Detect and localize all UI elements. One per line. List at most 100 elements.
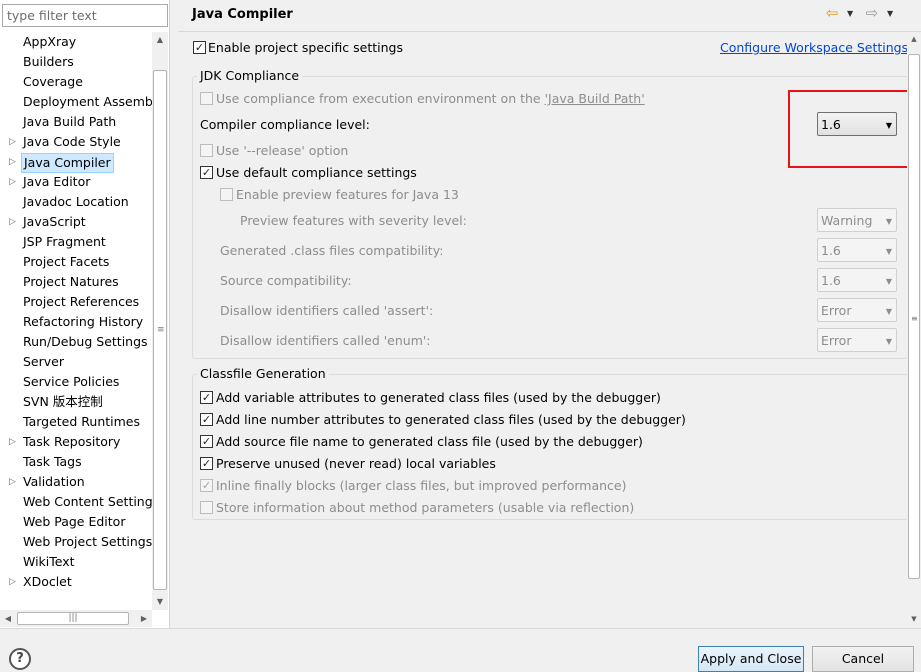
tree-item[interactable]: Javadoc Location [0, 192, 152, 212]
tree-item[interactable]: Task Tags [0, 452, 152, 472]
use-release-label: Use '--release' option [216, 143, 349, 158]
tree-item[interactable]: Refactoring History [0, 312, 152, 332]
tree-item[interactable]: SVN 版本控制 [0, 392, 152, 412]
tree-item[interactable]: JSP Fragment [0, 232, 152, 252]
tree-item[interactable]: AppXray [0, 32, 152, 52]
expand-arrow-icon[interactable]: ▷ [9, 212, 19, 232]
panel-sash[interactable] [170, 0, 178, 628]
chevron-down-icon: ▼ [885, 217, 892, 226]
classfile-option-checkbox[interactable]: ✓ [200, 479, 213, 492]
tree-item[interactable]: Server [0, 352, 152, 372]
classfile-option-checkbox[interactable] [200, 501, 213, 514]
tree-item[interactable]: ▷ Task Repository [0, 432, 152, 452]
tree-item[interactable]: Targeted Runtimes [0, 412, 152, 432]
tree-item[interactable]: ▷ Validation [0, 472, 152, 492]
java-build-path-link[interactable]: 'Java Build Path' [545, 91, 645, 106]
tree-item-label: Targeted Runtimes [23, 414, 140, 429]
jdk-compliance-title: JDK Compliance [197, 68, 303, 83]
scrollbar-thumb[interactable]: ≡ [153, 70, 167, 590]
tree-item[interactable]: WikiText [0, 552, 152, 572]
tree-item[interactable]: Web Content Settings [0, 492, 152, 512]
disallow-enum-select[interactable]: Error ▼ [817, 328, 897, 352]
content-vertical-scrollbar[interactable]: ▲ ≡ ▼ [907, 32, 921, 628]
tree-item[interactable]: Service Policies [0, 372, 152, 392]
enable-project-settings-checkbox[interactable]: ✓ [193, 41, 206, 54]
use-default-compliance-checkbox[interactable]: ✓ [200, 166, 213, 179]
tree-horizontal-scrollbar[interactable]: ◀ ||| ▶ [0, 610, 152, 627]
classfile-option-checkbox[interactable]: ✓ [200, 413, 213, 426]
scrollbar-thumb[interactable]: ≡ [908, 54, 920, 579]
tree-item-label: Task Tags [23, 454, 82, 469]
tree-item[interactable]: ▷ Java Compiler [0, 152, 152, 173]
tree-item[interactable]: ▷ XDoclet [0, 572, 152, 592]
scroll-down-icon[interactable]: ▼ [907, 612, 921, 626]
disallow-assert-select[interactable]: Error ▼ [817, 298, 897, 322]
scroll-up-icon[interactable]: ▲ [907, 32, 921, 46]
tree-item-label: Run/Debug Settings [23, 334, 148, 349]
classfile-option-label: Store information about method parameter… [216, 500, 635, 515]
classfile-option-checkbox[interactable]: ✓ [200, 435, 213, 448]
dialog-button-bar: ? Apply and Close Cancel [0, 628, 921, 672]
tree-item-label: Java Build Path [23, 114, 117, 129]
tree-item[interactable]: Java Build Path [0, 112, 152, 132]
use-default-compliance-label: Use default compliance settings [216, 165, 417, 180]
generated-class-compat-select[interactable]: 1.6 ▼ [817, 238, 897, 262]
tree-item-label: JavaScript [23, 214, 86, 229]
tree-vertical-scrollbar[interactable]: ▲ ≡ ▼ [152, 32, 168, 610]
tree-item-label: Task Repository [23, 434, 121, 449]
use-execution-env-checkbox[interactable] [200, 92, 213, 105]
tree-item[interactable]: ▷ Java Editor [0, 172, 152, 192]
source-compat-select[interactable]: 1.6 ▼ [817, 268, 897, 292]
classfile-option-label: Preserve unused (never read) local varia… [216, 456, 496, 471]
tree-item-label: Web Project Settings [23, 534, 152, 549]
scrollbar-thumb[interactable]: ||| [17, 612, 129, 625]
tree-item-label: WikiText [23, 554, 75, 569]
tree-item[interactable]: Project Facets [0, 252, 152, 272]
scroll-down-icon[interactable]: ▼ [152, 594, 168, 610]
arrow-left-icon[interactable]: ⇦ [823, 4, 841, 22]
expand-arrow-icon[interactable]: ▷ [9, 432, 19, 452]
cancel-button[interactable]: Cancel [812, 646, 914, 672]
chevron-down-icon[interactable]: ▼ [887, 9, 893, 18]
classfile-option-checkbox[interactable]: ✓ [200, 457, 213, 470]
tree-item[interactable]: Builders [0, 52, 152, 72]
help-button[interactable]: ? [9, 648, 31, 670]
apply-and-close-button[interactable]: Apply and Close [698, 646, 804, 672]
preview-severity-select[interactable]: Warning ▼ [817, 208, 897, 232]
chevron-down-icon: ▼ [885, 247, 892, 256]
tree-item-label: Project Facets [23, 254, 110, 269]
tree-item[interactable]: ▷ JavaScript [0, 212, 152, 232]
tree-item-label: Project Natures [23, 274, 119, 289]
tree-item[interactable]: Coverage [0, 72, 152, 92]
expand-arrow-icon[interactable]: ▷ [9, 472, 19, 492]
scroll-right-icon[interactable]: ▶ [136, 610, 152, 627]
tree-item[interactable]: Deployment Assembly [0, 92, 152, 112]
tree-item[interactable]: Web Page Editor [0, 512, 152, 532]
expand-arrow-icon[interactable]: ▷ [9, 172, 19, 192]
enable-preview-checkbox[interactable] [220, 188, 233, 201]
preview-severity-label: Preview features with severity level: [240, 213, 467, 228]
chevron-down-icon[interactable]: ▼ [847, 9, 853, 18]
expand-arrow-icon[interactable]: ▷ [9, 152, 19, 172]
tree-item[interactable]: Run/Debug Settings [0, 332, 152, 352]
tree-item-label: Builders [23, 54, 74, 69]
classfile-option-label: Inline finally blocks (larger class file… [216, 478, 627, 493]
tree-item[interactable]: Project References [0, 292, 152, 312]
filter-input[interactable] [2, 4, 168, 27]
tree-item-label: Deployment Assembly [23, 94, 152, 109]
tree-item[interactable]: Project Natures [0, 272, 152, 292]
tree-item[interactable]: Web Project Settings [0, 532, 152, 552]
expand-arrow-icon[interactable]: ▷ [9, 572, 19, 592]
scroll-left-icon[interactable]: ◀ [0, 610, 16, 627]
tree-item-label: Coverage [23, 74, 83, 89]
enable-preview-label: Enable preview features for Java 13 [236, 187, 459, 202]
arrow-right-icon[interactable]: ⇨ [863, 4, 881, 22]
classfile-option-checkbox[interactable]: ✓ [200, 391, 213, 404]
scroll-up-icon[interactable]: ▲ [152, 32, 168, 48]
expand-arrow-icon[interactable]: ▷ [9, 132, 19, 152]
configure-workspace-link[interactable]: Configure Workspace Settings... [720, 40, 920, 55]
tree-item-label: Server [23, 354, 64, 369]
tree-item[interactable]: ▷ Java Code Style [0, 132, 152, 152]
use-release-checkbox[interactable] [200, 144, 213, 157]
property-page-tree: AppXray Builders Coverage Deployment Assemb… [0, 32, 152, 610]
